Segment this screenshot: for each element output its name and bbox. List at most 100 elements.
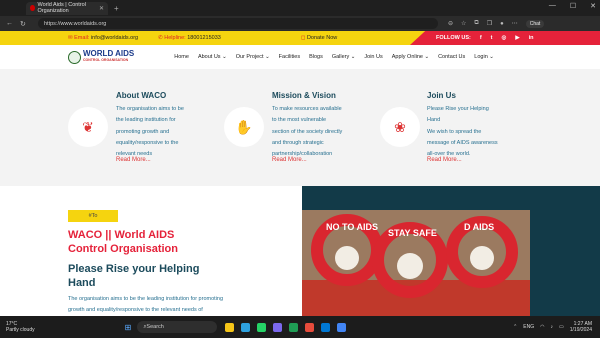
- youtube-app-icon[interactable]: [305, 322, 315, 332]
- site-logo[interactable]: WORLD AIDS CONTROL ORGANISATION: [68, 50, 134, 64]
- site-header: WORLD AIDS CONTROL ORGANISATION Home Abo…: [0, 45, 600, 69]
- teams-icon[interactable]: [273, 322, 283, 332]
- favorite-star-icon[interactable]: ☆: [461, 20, 466, 27]
- logo-emblem-icon: [68, 50, 81, 64]
- language-indicator[interactable]: ENG: [523, 324, 534, 330]
- battery-icon[interactable]: ▭: [559, 324, 564, 330]
- browser-tab[interactable]: World Aids | Control Organization ✕: [26, 1, 108, 15]
- chevron-down-icon: ⌄: [350, 54, 356, 60]
- date: 1/19/2024: [569, 327, 592, 333]
- hero-section: #To WACO || World AIDS Control Organisati…: [0, 186, 600, 316]
- youtube-icon[interactable]: ▶: [515, 35, 519, 41]
- chevron-up-icon[interactable]: ⌃: [513, 324, 517, 330]
- menu-login[interactable]: Login ⌄: [474, 54, 494, 60]
- menu-contact-us[interactable]: Contact Us: [438, 54, 465, 60]
- follow-label: FOLLOW US:: [436, 35, 471, 41]
- zoom-icon[interactable]: ⊖: [448, 20, 453, 27]
- menu-blogs[interactable]: Blogs: [309, 54, 323, 60]
- read-more-link[interactable]: Read More...: [116, 157, 151, 163]
- hero-subtitle: Please Rise your Helping Hand: [68, 263, 200, 289]
- new-tab-button[interactable]: +: [114, 4, 119, 13]
- minimize-icon[interactable]: —: [549, 2, 556, 10]
- helping-hands-icon: ✋: [224, 107, 264, 147]
- app-icon[interactable]: [289, 322, 299, 332]
- wifi-icon[interactable]: ◠: [540, 324, 544, 330]
- weather-widget[interactable]: 17°C Partly cloudy: [6, 321, 35, 333]
- os-taskbar: 17°C Partly cloudy ⊞ ⌕ Search ⌃ ENG ◠ ♪ …: [0, 316, 600, 338]
- twitter-icon[interactable]: t: [491, 35, 493, 41]
- praying-hands-icon: ❦: [68, 107, 108, 147]
- donate-button[interactable]: ◻ Donate Now: [301, 35, 337, 41]
- menu-our-project[interactable]: Our Project ⌄: [236, 54, 270, 60]
- feature-title: Mission & Vision: [272, 91, 336, 100]
- sign-text: NO TO AIDS: [326, 222, 378, 232]
- whatsapp-icon[interactable]: [257, 322, 267, 332]
- url-text: https://www.worldaids.org: [44, 20, 107, 27]
- url-field[interactable]: https://www.worldaids.org: [38, 18, 438, 29]
- sign-text: D AIDS: [464, 222, 494, 232]
- instagram-icon[interactable]: ◎: [502, 35, 507, 41]
- more-menu-icon[interactable]: ⋯: [512, 20, 518, 27]
- top-info-bar: ✉ Email: info@worldaids.org ✆ Helpline: …: [0, 31, 600, 45]
- hero-description: The organisation aims to be the leading …: [68, 296, 224, 313]
- awareness-photo: NO TO AIDS STAY SAFE D AIDS: [302, 186, 600, 316]
- taskbar-search[interactable]: ⌕ Search: [137, 321, 218, 333]
- awareness-rally-illustration: NO TO AIDS STAY SAFE D AIDS: [302, 210, 530, 316]
- menu-gallery[interactable]: Gallery ⌄: [332, 54, 356, 60]
- features-section: ❦ About WACO The organisation aims to be…: [0, 69, 600, 186]
- feature-title: Join Us: [427, 91, 456, 100]
- main-menu: Home About Us ⌄ Our Project ⌄ Facilities…: [174, 54, 494, 60]
- browser-toolbar-icons: ⊖ ☆ ⧉ ❒ ● ⋯ Chat: [448, 19, 545, 28]
- close-window-icon[interactable]: ✕: [590, 2, 596, 10]
- volume-icon[interactable]: ♪: [551, 324, 554, 330]
- tab-title: World Aids | Control Organization: [37, 2, 86, 14]
- linkedin-icon[interactable]: in: [529, 35, 534, 41]
- browser-tab-bar: World Aids | Control Organization ✕ + — …: [0, 0, 600, 16]
- chevron-down-icon: ⌄: [222, 54, 227, 60]
- feature-title: About WACO: [116, 91, 167, 100]
- menu-home[interactable]: Home: [174, 54, 189, 60]
- read-more-link[interactable]: Read More...: [272, 157, 307, 163]
- email-value: info@worldaids.org: [90, 35, 139, 41]
- helpline-info[interactable]: ✆ Helpline: 18001215033: [158, 35, 221, 41]
- taskbar-apps: [225, 322, 347, 332]
- chevron-down-icon: ⌄: [265, 54, 270, 60]
- extensions-icon[interactable]: ⧉: [474, 20, 478, 27]
- maximize-icon[interactable]: ☐: [570, 2, 576, 10]
- sign-text: STAY SAFE: [388, 228, 437, 238]
- vscode-icon[interactable]: [321, 322, 331, 332]
- email-info[interactable]: ✉ Email: info@worldaids.org: [68, 35, 138, 41]
- helpline-value: 18001215033: [187, 35, 221, 41]
- read-more-link[interactable]: Read More...: [427, 157, 462, 163]
- sprout-icon: ❀: [380, 107, 420, 147]
- feature-text: Please Rise your Helping Hand We wish to…: [427, 106, 498, 158]
- reload-icon[interactable]: ↻: [20, 20, 28, 28]
- address-bar-row: ← ↻ https://www.worldaids.org ⊖ ☆ ⧉ ❒ ● …: [0, 16, 600, 31]
- system-tray: ⌃ ENG ◠ ♪ ▭ 1:27 AM 1/19/2024: [513, 321, 592, 333]
- facebook-icon[interactable]: f: [480, 35, 482, 41]
- chat-button[interactable]: Chat: [525, 19, 545, 28]
- close-tab-icon[interactable]: ✕: [99, 5, 104, 12]
- back-icon[interactable]: ←: [6, 20, 14, 27]
- collections-icon[interactable]: ❒: [487, 20, 492, 27]
- profile-icon[interactable]: ●: [500, 21, 504, 27]
- logo-line2: CONTROL ORGANISATION: [83, 58, 129, 62]
- menu-join-us[interactable]: Join Us: [364, 54, 382, 60]
- window-controls: — ☐ ✕: [549, 2, 596, 10]
- edge-icon[interactable]: [241, 322, 251, 332]
- follow-us-bar: FOLLOW US: f t ◎ ▶ in: [410, 31, 600, 45]
- windows-start-icon[interactable]: ⊞: [125, 323, 132, 332]
- weather-text: Partly cloudy: [6, 327, 35, 333]
- menu-about-us[interactable]: About Us ⌄: [198, 54, 227, 60]
- file-explorer-icon[interactable]: [225, 322, 235, 332]
- feature-text: The organisation aims to be the leading …: [116, 106, 184, 158]
- email-label: Email:: [74, 35, 90, 41]
- site-favicon-icon: [30, 5, 35, 11]
- photo-content: NO TO AIDS STAY SAFE D AIDS: [302, 210, 530, 316]
- donate-label: Donate Now: [306, 35, 338, 41]
- menu-facilities[interactable]: Facilities: [279, 54, 300, 60]
- chrome-icon[interactable]: [337, 322, 347, 332]
- clock[interactable]: 1:27 AM 1/19/2024: [570, 321, 592, 333]
- hashtag-badge: #To: [68, 210, 118, 222]
- menu-apply-online[interactable]: Apply Online ⌄: [392, 54, 429, 60]
